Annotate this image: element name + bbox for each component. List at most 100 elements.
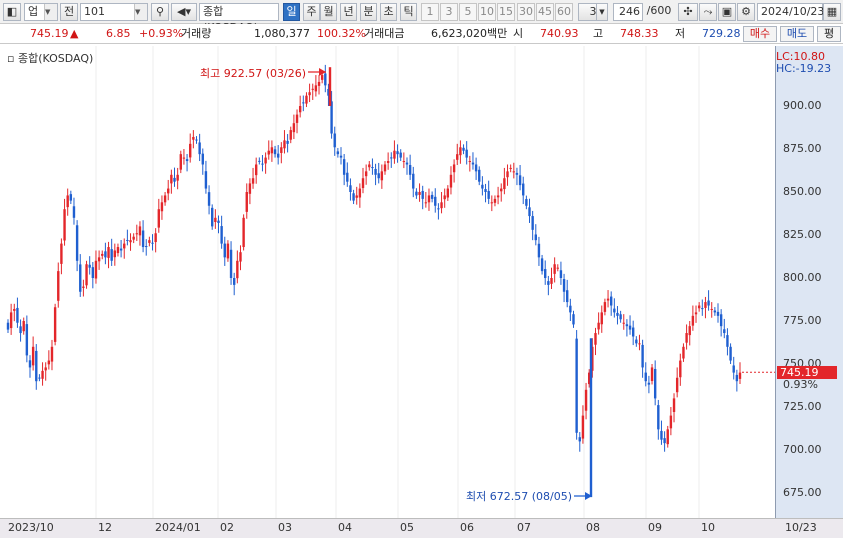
candle-body — [270, 147, 274, 154]
candle-body — [465, 149, 468, 158]
date-field[interactable]: 2024/10/23 — [757, 3, 824, 21]
save-icon[interactable]: ▣ — [718, 3, 736, 21]
candle-body — [515, 172, 519, 175]
date-tick-label: 12 — [98, 521, 112, 534]
interval-button-5[interactable]: 5 — [459, 3, 477, 21]
candle-body — [386, 161, 390, 163]
candle-body — [217, 220, 220, 223]
interval-button-10[interactable]: 10 — [478, 3, 496, 21]
candle-body — [355, 195, 358, 198]
tab-period-5[interactable]: 초 — [380, 3, 397, 21]
jeon-button[interactable]: 전 — [60, 3, 78, 21]
interval-button-1[interactable]: 1 — [421, 3, 439, 21]
interval-button-15[interactable]: 15 — [497, 3, 515, 21]
candle-body — [314, 85, 318, 92]
tab-period-3[interactable]: 년 — [340, 3, 357, 21]
candle-body — [732, 365, 735, 373]
candle-body — [248, 183, 252, 194]
candle-body — [346, 172, 349, 182]
candle-body — [456, 154, 459, 160]
candle-body — [635, 339, 638, 344]
candle-body — [675, 377, 679, 393]
tab-period-4[interactable]: 분 — [360, 3, 377, 21]
candle-body — [600, 312, 603, 325]
candle-body — [566, 290, 569, 303]
candle-body — [537, 243, 541, 258]
date-axis[interactable]: 2023/10 12 2024/01 02 03 04 05 06 07 08 09 10 10/23 — [0, 518, 843, 538]
candle-body — [311, 88, 314, 90]
layout-toggle-icon[interactable]: ◧ — [3, 3, 21, 21]
open-value: 740.93 — [540, 27, 579, 40]
eval-button[interactable]: 평 — [817, 26, 841, 42]
candle-body — [701, 308, 704, 310]
tab-period-0[interactable]: 일 — [283, 3, 300, 21]
tab-period-1[interactable]: 주 — [303, 3, 320, 21]
candle-body — [415, 191, 418, 196]
calendar-icon[interactable]: ▦ — [823, 3, 841, 21]
candle-body — [157, 209, 160, 228]
count-input[interactable]: 246 — [613, 3, 643, 21]
candle-body — [396, 151, 399, 155]
buy-button[interactable]: 매수 — [743, 26, 777, 42]
candle-body — [622, 322, 625, 324]
sell-button[interactable]: 매도 — [780, 26, 814, 42]
candle-body — [487, 190, 490, 199]
candle-body — [603, 302, 607, 312]
candle-body — [280, 147, 283, 153]
interval-button-45[interactable]: 45 — [536, 3, 554, 21]
candle-body — [653, 368, 657, 399]
interval-button-3[interactable]: 3 — [440, 3, 458, 21]
code-input[interactable]: 101 ▼ — [80, 3, 148, 21]
candle-body — [254, 164, 258, 176]
candle-body — [578, 437, 581, 442]
candle-body — [352, 193, 355, 201]
candle-body — [163, 195, 167, 203]
gear-icon[interactable]: ⚙ — [737, 3, 755, 21]
code-value: 101 — [84, 5, 105, 18]
line-tool-icon[interactable]: ⤳ — [699, 3, 717, 21]
candle-body — [148, 240, 151, 243]
market-type-select[interactable]: 업 ▼ — [24, 3, 58, 21]
index-name-field[interactable]: 종합(KOSDAQ) — [199, 3, 279, 34]
candle-body — [182, 157, 186, 159]
amount-value: 6,623,020백만 — [431, 27, 508, 40]
price-tick-label: 800.00 — [783, 271, 822, 284]
candle-body — [644, 372, 647, 382]
chevron-down-icon: ▼ — [134, 4, 147, 20]
search-icon[interactable]: ⚲ — [151, 3, 169, 21]
candle-body — [336, 151, 340, 155]
chevron-down-icon[interactable]: ▼ — [596, 3, 608, 21]
candle-body — [688, 326, 691, 336]
candle-body — [132, 236, 135, 240]
candle-body — [189, 143, 192, 158]
candle-body — [22, 321, 25, 332]
candle-body — [606, 298, 610, 301]
candle-body — [69, 194, 73, 201]
candle-body — [349, 185, 352, 192]
candlestick-chart[interactable] — [0, 46, 843, 518]
candle-body — [666, 429, 669, 445]
candle-body — [141, 230, 145, 248]
candle-body — [273, 149, 277, 155]
candle-body — [126, 239, 129, 241]
tab-period-2[interactable]: 월 — [320, 3, 337, 21]
candle-body — [663, 438, 666, 444]
candle-body — [104, 251, 107, 258]
candle-body — [713, 310, 717, 313]
interval-button-30[interactable]: 30 — [517, 3, 535, 21]
speaker-icon[interactable]: ◀▾ — [171, 3, 197, 21]
date-tick-label: 07 — [517, 521, 531, 534]
candle-body — [113, 250, 117, 258]
candle-body — [320, 75, 324, 80]
candle-body — [471, 162, 475, 165]
candle-body — [198, 142, 201, 155]
candle-body — [204, 171, 208, 189]
date-tick-label: 04 — [338, 521, 352, 534]
volume-percent: 100.32% — [317, 27, 366, 40]
crosshair-icon[interactable]: ✣ — [678, 3, 698, 21]
interval-button-60[interactable]: 60 — [555, 3, 573, 21]
tab-period-6[interactable]: 틱 — [400, 3, 417, 21]
date-tick-label: 2023/10 — [8, 521, 54, 534]
candle-body — [685, 333, 688, 343]
candle-body — [154, 233, 157, 243]
